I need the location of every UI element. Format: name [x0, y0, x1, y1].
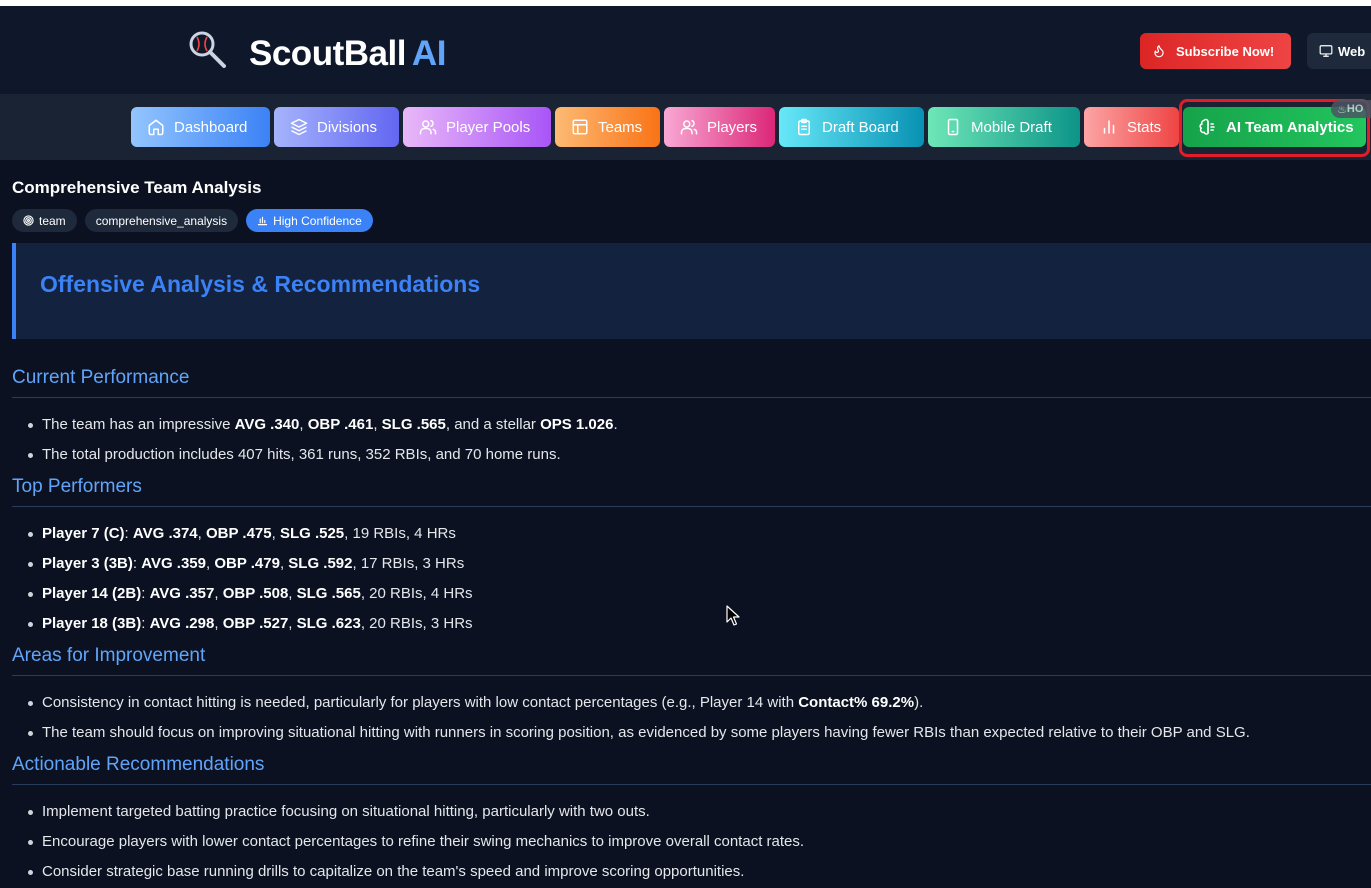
tag-team: team — [12, 209, 77, 232]
list-item: The team has an impressive AVG .340, OBP… — [28, 410, 618, 440]
users-icon — [419, 119, 437, 135]
nav-player-pools-label: Player Pools — [446, 118, 531, 136]
home-icon — [148, 119, 164, 136]
target-icon — [23, 215, 34, 226]
tag-confidence: High Confidence — [246, 209, 373, 232]
clipboard-icon — [798, 118, 810, 136]
mouse-cursor-icon — [726, 605, 740, 626]
list-actionable-recommendations: Implement targeted batting practice focu… — [28, 797, 804, 887]
nav-teams[interactable]: Teams — [555, 107, 660, 147]
subscribe-button[interactable]: Subscribe Now! — [1140, 33, 1291, 69]
brand-logo[interactable]: ScoutBall AI — [249, 34, 446, 74]
nav-draft-board-label: Draft Board — [822, 118, 899, 136]
heading-top-performers: Top Performers — [12, 476, 1371, 507]
nav-draft-board[interactable]: Draft Board — [779, 107, 924, 147]
nav-players-label: Players — [707, 118, 758, 136]
tag-analysis-type-label: comprehensive_analysis — [95, 213, 228, 228]
nav-stats[interactable]: Stats — [1084, 107, 1179, 147]
app-header: ScoutBall AI Subscribe Now! Web — [0, 6, 1371, 94]
nav-stats-label: Stats — [1127, 118, 1162, 136]
subscribe-label: Subscribe Now! — [1176, 43, 1275, 59]
list-item: Consider strategic base running drills t… — [28, 857, 804, 887]
heading-areas-for-improvement: Areas for Improvement — [12, 645, 1371, 676]
nav-mobile-draft[interactable]: Mobile Draft — [928, 107, 1080, 147]
nav-dashboard-label: Dashboard — [174, 118, 248, 136]
layers-icon — [290, 118, 308, 136]
list-item: Encourage players with lower contact per… — [28, 827, 804, 857]
section-title: Offensive Analysis & Recommendations — [40, 271, 481, 297]
users-icon — [680, 119, 698, 135]
flame-icon — [1154, 45, 1164, 58]
analysis-tags: team comprehensive_analysis High Confide… — [12, 209, 373, 232]
tag-analysis-type: comprehensive_analysis — [84, 209, 239, 232]
heading-current-performance: Current Performance — [12, 367, 1371, 398]
section-banner: Offensive Analysis & Recommendations — [12, 243, 1371, 339]
list-item: Consistency in contact hitting is needed… — [28, 688, 1250, 718]
list-item: Implement targeted batting practice focu… — [28, 797, 804, 827]
nav-mobile-draft-label: Mobile Draft — [971, 118, 1052, 136]
list-item: Player 3 (3B): AVG .359, OBP .479, SLG .… — [28, 549, 473, 579]
web-label: Web — [1338, 43, 1366, 59]
list-item: The team should focus on improving situa… — [28, 718, 1250, 748]
nav-players[interactable]: Players — [664, 107, 775, 147]
hot-badge: ♨ HO — [1331, 100, 1371, 118]
brand-ai: AI — [411, 34, 447, 73]
flame-icon: ♨ — [1337, 103, 1347, 116]
bar-chart-icon — [257, 216, 268, 226]
list-item: Player 7 (C): AVG .374, OBP .475, SLG .5… — [28, 519, 473, 549]
tag-team-label: team — [39, 213, 66, 228]
list-current-performance: The team has an impressive AVG .340, OBP… — [28, 410, 618, 470]
nav-divisions-label: Divisions — [317, 118, 378, 136]
web-view-button[interactable]: Web — [1307, 33, 1371, 69]
list-item: Player 18 (3B): AVG .298, OBP .527, SLG … — [28, 609, 473, 639]
page-title: Comprehensive Team Analysis — [12, 178, 262, 197]
list-item: Player 14 (2B): AVG .357, OBP .508, SLG … — [28, 579, 473, 609]
table-icon — [572, 119, 588, 135]
hot-badge-label: HO — [1346, 103, 1364, 115]
nav-player-pools[interactable]: Player Pools — [403, 107, 551, 147]
nav-teams-label: Teams — [598, 118, 643, 136]
tag-confidence-label: High Confidence — [273, 213, 362, 228]
heading-actionable-recommendations: Actionable Recommendations — [12, 754, 1371, 785]
bar-chart-icon — [1103, 120, 1115, 134]
main-nav: Dashboard Divisions Player Pools Teams P… — [0, 94, 1371, 160]
smartphone-icon — [947, 118, 959, 136]
nav-dashboard[interactable]: Dashboard — [131, 107, 270, 147]
monitor-icon — [1319, 45, 1333, 57]
magnifier-baseball-logo-icon — [189, 31, 226, 68]
list-top-performers: Player 7 (C): AVG .374, OBP .475, SLG .5… — [28, 519, 473, 639]
brand-name: ScoutBall — [249, 34, 406, 73]
nav-divisions[interactable]: Divisions — [274, 107, 399, 147]
list-areas-for-improvement: Consistency in contact hitting is needed… — [28, 688, 1250, 748]
list-item: The total production includes 407 hits, … — [28, 440, 618, 470]
